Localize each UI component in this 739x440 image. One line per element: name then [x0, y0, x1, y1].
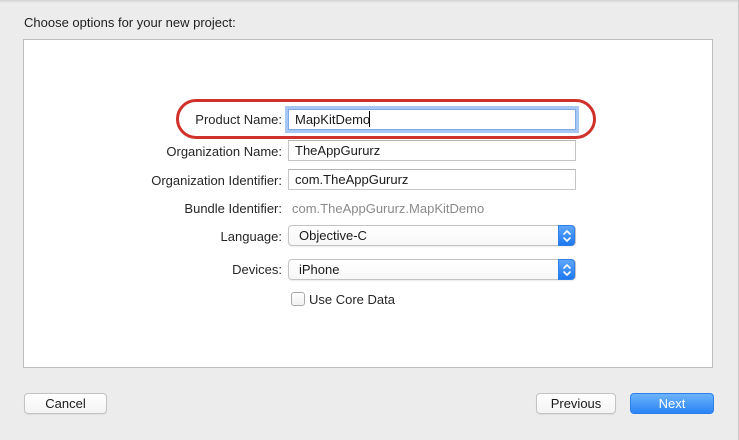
organization-name-label: Organization Name: — [166, 144, 282, 159]
organization-name-input[interactable] — [288, 140, 576, 161]
organization-identifier-label: Organization Identifier: — [151, 173, 282, 188]
use-core-data-label[interactable]: Use Core Data — [309, 292, 395, 307]
organization-identifier-input[interactable] — [288, 169, 576, 190]
language-popup-value: Objective-C — [299, 228, 367, 243]
cancel-button[interactable]: Cancel — [24, 393, 107, 414]
annotation-highlight-ring — [176, 99, 596, 139]
language-label: Language: — [220, 229, 282, 244]
up-down-chevron-icon — [563, 230, 571, 242]
devices-popup-arrows[interactable] — [558, 259, 575, 280]
language-popup[interactable]: Objective-C — [288, 225, 576, 246]
bundle-identifier-value: com.TheAppGururz.MapKitDemo — [292, 201, 485, 216]
use-core-data-checkbox[interactable] — [291, 292, 305, 306]
up-down-chevron-icon — [563, 264, 571, 276]
devices-popup-value: iPhone — [299, 262, 340, 277]
language-popup-arrows[interactable] — [558, 225, 575, 246]
dialog-title: Choose options for your new project: — [24, 15, 236, 30]
next-button[interactable]: Next — [630, 393, 714, 414]
previous-button[interactable]: Previous — [536, 393, 616, 414]
bundle-identifier-label: Bundle Identifier: — [184, 201, 282, 216]
window-top-edge — [0, 0, 739, 3]
devices-label: Devices: — [232, 262, 282, 277]
devices-popup[interactable]: iPhone — [288, 259, 576, 280]
